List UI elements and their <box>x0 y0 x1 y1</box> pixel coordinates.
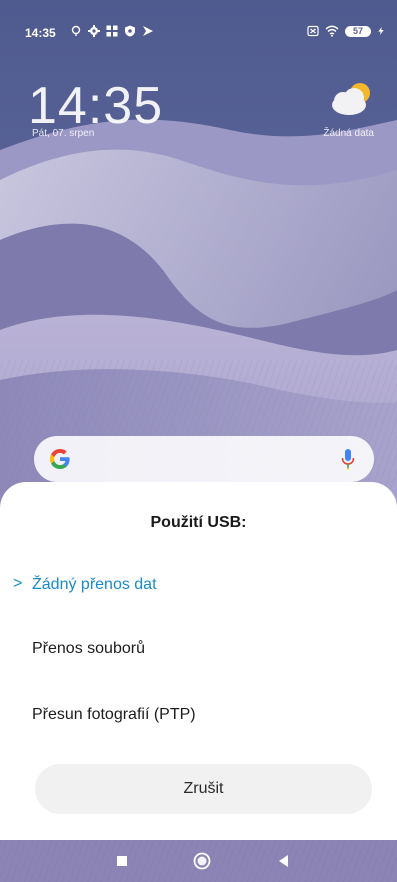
status-icons-right: 57 <box>307 25 385 37</box>
recents-icon[interactable] <box>110 849 134 873</box>
google-logo <box>50 449 70 469</box>
lockscreen-clock: 14:35 <box>28 77 164 135</box>
option-no-data-transfer[interactable]: > Žádný přenos dat <box>0 566 397 606</box>
settings-icon <box>88 25 100 37</box>
google-search-bar[interactable] <box>34 436 374 482</box>
weather-status: Žádná data <box>323 128 374 139</box>
shield-icon <box>125 25 135 37</box>
usb-usage-dialog: Použití USB: > Žádný přenos dat Přenos s… <box>0 482 397 840</box>
dialog-title: Použití USB: <box>150 514 247 531</box>
battery-icon: 57 <box>345 25 371 37</box>
phone-screen: 14:35 57 14:35 Pát, 07. srpen Žádná data… <box>0 0 397 882</box>
cancel-button[interactable]: Zrušit <box>35 764 372 814</box>
option-label: Přesun fotografií (PTP) <box>32 706 196 723</box>
status-icons-left <box>70 25 154 37</box>
navigation-bar <box>0 840 397 882</box>
status-time: 14:35 <box>25 26 56 40</box>
charging-icon <box>378 27 384 35</box>
home-icon[interactable] <box>190 849 214 873</box>
wifi-icon <box>325 25 339 37</box>
lockscreen-date: Pát, 07. srpen <box>32 128 95 139</box>
location-icon <box>71 25 81 36</box>
status-bar: 14:35 57 <box>0 0 397 48</box>
media-icon <box>143 26 153 36</box>
option-photo-transfer-ptp[interactable]: Přesun fotografií (PTP) <box>0 696 397 736</box>
sim-icon <box>307 25 319 37</box>
option-file-transfer[interactable]: Přenos souborů <box>0 630 397 670</box>
cloud-sun-icon <box>332 83 370 115</box>
option-label: Žádný přenos dat <box>32 576 157 593</box>
back-icon[interactable] <box>272 849 296 873</box>
selected-chevron-icon: > <box>13 575 23 592</box>
microphone-icon[interactable] <box>340 448 356 470</box>
option-label: Přenos souborů <box>32 640 145 657</box>
apps-icon <box>106 25 118 37</box>
